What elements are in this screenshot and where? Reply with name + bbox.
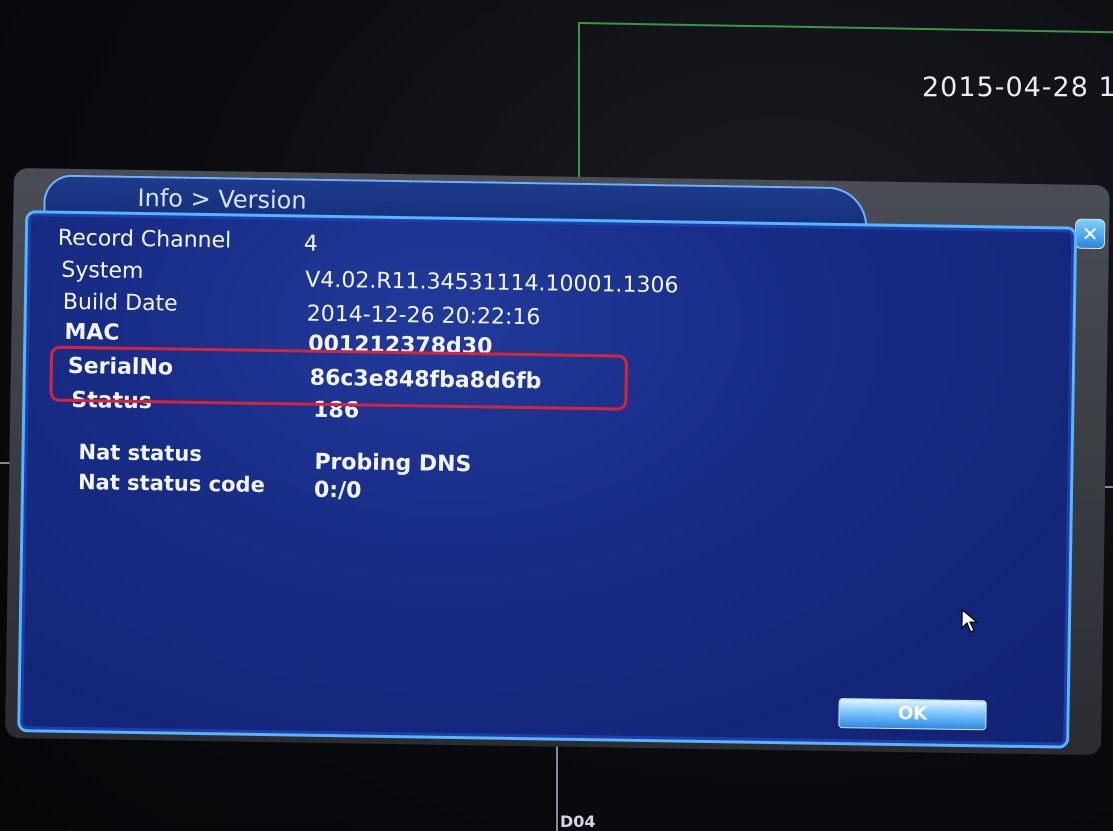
channel-divider	[578, 22, 580, 187]
channel-label: D04	[560, 812, 596, 831]
version-info-dialog: Info > Version ✕ Record Channel 4 System…	[5, 168, 1110, 756]
mouse-cursor-icon	[961, 608, 979, 633]
ok-button[interactable]: OK	[838, 698, 987, 731]
info-row-system: System	[61, 258, 143, 284]
close-icon: ✕	[1081, 221, 1099, 247]
info-value: 0:/0	[313, 477, 362, 504]
info-row-record-channel-value: 4	[304, 232, 318, 257]
info-label: MAC	[64, 319, 120, 346]
datetime-overlay: 2015-04-28 1	[922, 72, 1113, 103]
close-button[interactable]: ✕	[1074, 218, 1106, 250]
info-label: Build Date	[62, 289, 178, 317]
info-label: Record Channel	[57, 225, 232, 254]
info-row-build-date-value: 2014-12-26 20:22:16	[307, 302, 541, 331]
info-value: 4	[303, 231, 319, 257]
info-row-mac: MAC	[64, 320, 119, 346]
info-row-build-date: Build Date	[63, 290, 178, 317]
info-value: V4.02.R11.34531114.10001.1306	[305, 267, 679, 299]
info-row-nat-status-code-value: 0:/0	[314, 478, 362, 504]
info-row-system-value: V4.02.R11.34531114.10001.1306	[305, 268, 679, 299]
channel-divider	[580, 22, 1113, 34]
info-row-nat-status-value: Probing DNS	[314, 450, 471, 477]
info-row-record-channel: Record Channel	[58, 226, 232, 254]
info-panel: Record Channel 4 System V4.02.R11.345311…	[17, 210, 1078, 749]
info-label: Nat status	[78, 440, 203, 466]
info-row-nat-status: Nat status	[78, 440, 202, 466]
serial-highlight-annotation	[49, 345, 629, 411]
info-label: Nat status code	[77, 470, 266, 497]
info-value: Probing DNS	[314, 449, 472, 478]
info-label: System	[61, 257, 144, 285]
dialog-title: Info > Version	[137, 183, 307, 215]
info-row-nat-status-code: Nat status code	[78, 470, 265, 497]
info-value: 2014-12-26 20:22:16	[306, 301, 541, 331]
dvr-screen: 2015-04-28 1 D04 Info > Version ✕ Record…	[0, 0, 1113, 831]
